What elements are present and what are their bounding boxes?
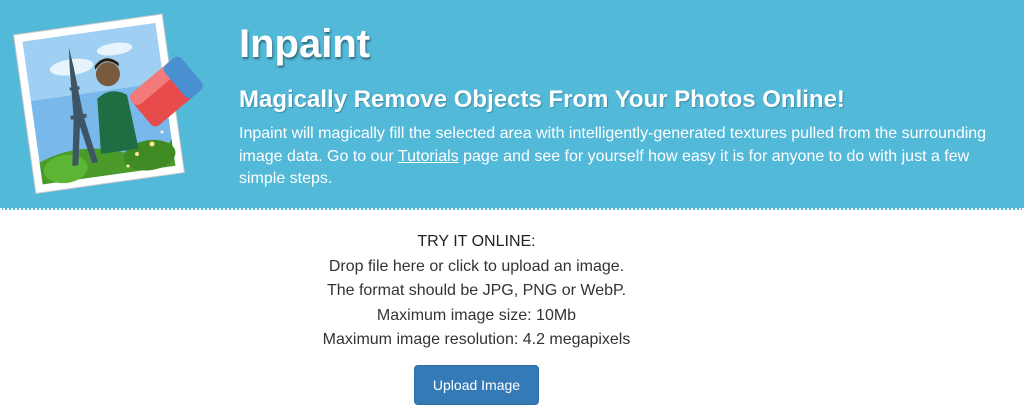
tutorials-link[interactable]: Tutorials	[398, 148, 459, 165]
page-description: Inpaint will magically fill the selected…	[239, 123, 999, 191]
format-info: The format should be JPG, PNG or WebP.	[326, 282, 627, 299]
header-banner: Inpaint Magically Remove Objects From Yo…	[0, 0, 1024, 210]
try-it-online-heading: TRY IT ONLINE:	[417, 233, 536, 250]
upload-instruction: Drop file here or click to upload an ima…	[328, 257, 625, 275]
page-title: Inpaint	[239, 22, 371, 66]
page-subtitle: Magically Remove Objects From Your Photo…	[239, 86, 845, 113]
header-dotted-divider	[0, 208, 1024, 210]
photo-with-eraser-icon	[13, 13, 203, 194]
upload-dropzone[interactable]: TRY IT ONLINE: Drop file here or click t…	[0, 230, 953, 353]
upload-image-button[interactable]: Upload Image	[414, 365, 539, 405]
max-resolution-info: Maximum image resolution: 4.2 megapixels	[322, 331, 631, 348]
max-size-info: Maximum image size: 10Mb	[376, 306, 577, 324]
